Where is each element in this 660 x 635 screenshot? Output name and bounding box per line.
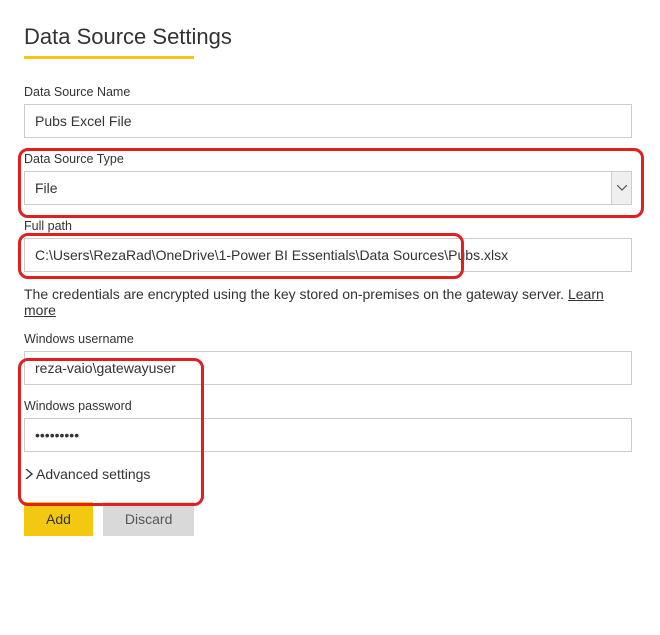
field-data-source-name: Data Source Name xyxy=(24,85,636,138)
chevron-right-icon xyxy=(24,466,34,482)
field-data-source-type: Data Source Type xyxy=(24,152,636,205)
username-input[interactable] xyxy=(24,351,632,385)
type-label: Data Source Type xyxy=(24,152,636,166)
discard-button[interactable]: Discard xyxy=(103,502,194,536)
credentials-note: The credentials are encrypted using the … xyxy=(24,286,636,318)
name-input[interactable] xyxy=(24,104,632,138)
button-row: Add Discard xyxy=(24,502,636,536)
field-full-path: Full path xyxy=(24,219,636,272)
field-windows-username: Windows username xyxy=(24,332,636,385)
password-input[interactable] xyxy=(24,418,632,452)
password-label: Windows password xyxy=(24,399,636,413)
advanced-settings-toggle[interactable]: Advanced settings xyxy=(24,466,636,482)
page-title: Data Source Settings xyxy=(24,24,636,50)
credentials-note-text: The credentials are encrypted using the … xyxy=(24,286,568,302)
name-label: Data Source Name xyxy=(24,85,636,99)
type-select[interactable] xyxy=(24,171,632,205)
path-input[interactable] xyxy=(24,238,632,272)
path-label: Full path xyxy=(24,219,636,233)
add-button[interactable]: Add xyxy=(24,502,93,536)
advanced-settings-label: Advanced settings xyxy=(36,466,150,482)
title-underline xyxy=(24,56,194,59)
field-windows-password: Windows password xyxy=(24,399,636,452)
username-label: Windows username xyxy=(24,332,636,346)
